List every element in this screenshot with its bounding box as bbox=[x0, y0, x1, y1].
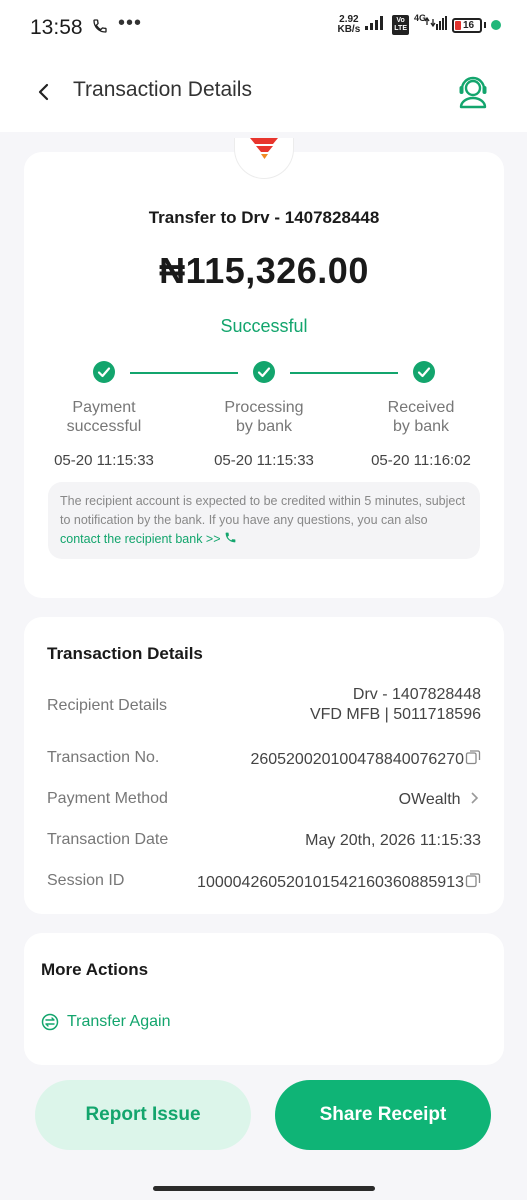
signal-icon bbox=[365, 15, 387, 35]
transfer-status: Successful bbox=[220, 316, 308, 336]
battery-level: 16 bbox=[463, 19, 475, 31]
session-id-label: Session ID bbox=[47, 872, 125, 889]
contact-bank-link[interactable]: contact the recipient bank >> bbox=[60, 532, 237, 546]
transaction-summary-card: Transfer to Drv - 1407828448 ₦115,326.00… bbox=[24, 138, 504, 598]
privacy-indicator-dot bbox=[491, 20, 501, 30]
chevron-right-icon bbox=[471, 792, 479, 804]
progress-connector bbox=[290, 372, 398, 374]
credit-notice: The recipient account is expected to be … bbox=[48, 482, 480, 559]
app-header: Transaction Details bbox=[0, 58, 527, 132]
transfer-amount: ₦115,326.00 bbox=[159, 250, 369, 291]
recipient-details-label: Recipient Details bbox=[47, 697, 168, 714]
back-arrow-icon bbox=[38, 83, 49, 101]
transaction-no-label: Transaction No. bbox=[47, 749, 160, 766]
battery-icon: 16 bbox=[452, 17, 482, 33]
network-type: 4G bbox=[413, 13, 426, 23]
session-id-value: 100004260520101542160360885913 bbox=[197, 872, 481, 894]
status-indicators: 2.92 KB/s Vo LTE 4G 16 bbox=[337, 13, 501, 35]
more-actions-title: More Actions bbox=[41, 960, 149, 979]
more-notifications-icon: ••• bbox=[118, 12, 143, 34]
step-processing-by-bank: Processing by bank 05-20 11:15:33 bbox=[189, 398, 339, 469]
step-time: 05-20 11:15:33 bbox=[54, 452, 154, 469]
back-button[interactable] bbox=[28, 76, 60, 108]
copy-icon[interactable] bbox=[465, 749, 481, 771]
status-time: 13:58 bbox=[30, 16, 83, 39]
step-payment-successful: Payment successful 05-20 11:15:33 bbox=[29, 398, 179, 469]
phone-call-icon bbox=[92, 18, 108, 39]
payment-method-label: Payment Method bbox=[47, 790, 168, 807]
recipient-logo bbox=[234, 138, 294, 179]
transfer-title: Transfer to Drv - 1407828448 bbox=[148, 208, 380, 227]
page-title: Transaction Details bbox=[73, 78, 252, 101]
transfer-again-button[interactable]: Transfer Again bbox=[41, 1013, 170, 1031]
report-issue-button[interactable]: Report Issue bbox=[35, 1080, 251, 1150]
transaction-no-value: 260520020100478840076270 bbox=[250, 749, 481, 771]
transaction-date-label: Transaction Date bbox=[47, 831, 169, 848]
payment-method-value[interactable]: OWealth bbox=[399, 790, 481, 810]
transaction-details-card: Transaction Details Recipient Details Dr… bbox=[24, 617, 504, 914]
step-received-by-bank: Received by bank 05-20 11:16:02 bbox=[346, 398, 496, 469]
transfer-icon bbox=[41, 1013, 59, 1031]
headset-support-icon bbox=[459, 76, 487, 109]
phone-icon bbox=[225, 532, 236, 543]
network-speed: 2.92 KB/s bbox=[337, 14, 361, 35]
bank-logo-icon bbox=[250, 138, 278, 159]
step-time: 05-20 11:15:33 bbox=[214, 452, 314, 469]
step-check-icon bbox=[253, 361, 275, 383]
home-indicator[interactable] bbox=[153, 1186, 375, 1191]
step-time: 05-20 11:16:02 bbox=[371, 452, 471, 469]
signal-4g-icon bbox=[423, 15, 447, 35]
step-check-icon bbox=[93, 361, 115, 383]
transaction-date-value: May 20th, 2026 11:15:33 bbox=[305, 832, 481, 849]
recipient-details-value: Drv - 1407828448 VFD MFB | 5011718596 bbox=[309, 686, 481, 723]
customer-support-button[interactable] bbox=[453, 72, 493, 112]
status-bar: 13:58 ••• 2.92 KB/s Vo LTE 4G 16 bbox=[0, 0, 527, 58]
details-section-title: Transaction Details bbox=[47, 644, 203, 663]
step-check-icon bbox=[413, 361, 435, 383]
volte-icon: Vo LTE bbox=[392, 15, 409, 35]
copy-icon[interactable] bbox=[465, 872, 481, 894]
more-actions-card: More Actions Transfer Again bbox=[24, 933, 504, 1065]
share-receipt-button[interactable]: Share Receipt bbox=[275, 1080, 491, 1150]
progress-connector bbox=[130, 372, 238, 374]
